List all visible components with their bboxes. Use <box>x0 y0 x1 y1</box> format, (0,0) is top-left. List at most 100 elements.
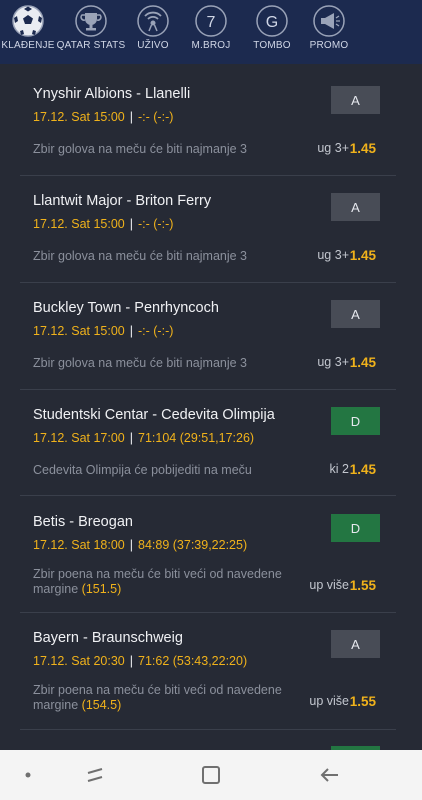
lucky-number-glyph: 7 <box>207 14 216 31</box>
bet-margin: (151.5) <box>81 582 122 596</box>
trophy-icon <box>75 5 107 37</box>
match-score: -:- (-:-) <box>138 217 174 231</box>
match-score: -:- (-:-) <box>138 110 174 124</box>
bet-margin: (154.5) <box>81 698 122 712</box>
back-icon[interactable] <box>314 750 344 800</box>
nav-label: QATAR STATS <box>56 40 126 51</box>
separator: | <box>129 654 133 668</box>
bet-description: Zbir golova na meču će biti najmanje 3 <box>33 356 303 371</box>
nav-label: PROMO <box>309 40 349 51</box>
status-badge: A <box>331 630 380 658</box>
bet-description: Zbir poena na meču će biti veći od naved… <box>33 683 303 713</box>
bet-odds: 1.45 <box>349 141 376 156</box>
megaphone-icon <box>313 5 345 37</box>
bet-description-text: Zbir poena na meču će biti veći od naved… <box>33 683 282 712</box>
match-score: -:- (-:-) <box>138 324 174 338</box>
bet-item[interactable]: Bayern - Braunschweig 17.12. Sat 20:30 | 7… <box>20 630 396 730</box>
separator: | <box>129 217 133 231</box>
match-meta: 17.12. Sat 15:00 | -:- (-:-) <box>33 217 173 231</box>
status-badge: A <box>331 300 380 328</box>
match-title: Ynyshir Albions - Llanelli <box>33 86 191 102</box>
nav-item-uzivo[interactable]: UŽIVO <box>126 0 180 64</box>
match-score: 71:62 (53:43,22:20) <box>138 654 248 668</box>
match-datetime: 17.12. Sat 18:00 <box>33 538 125 552</box>
home-icon[interactable] <box>196 750 226 800</box>
nav-label: TOMBO <box>253 40 291 51</box>
bet-list[interactable]: Ynyshir Albions - Llanelli 17.12. Sat 15… <box>0 64 422 750</box>
match-datetime: 17.12. Sat 15:00 <box>33 324 125 338</box>
divider <box>20 282 396 283</box>
android-navigation-bar <box>0 750 422 800</box>
nav-item-qatar-stats[interactable]: QATAR STATS <box>56 0 126 64</box>
bet-item[interactable]: Studentski Centar - Cedevita Olimpija 17… <box>20 407 396 497</box>
match-title: Studentski Centar - Cedevita Olimpija <box>33 407 275 423</box>
bet-pick: ki 2 <box>329 462 349 476</box>
bet-description: Zbir golova na meču će biti najmanje 3 <box>33 249 303 264</box>
match-score: 84:89 (37:39,22:25) <box>138 538 248 552</box>
divider <box>20 389 396 390</box>
bet-description-text: Zbir golova na meču će biti najmanje 3 <box>33 142 248 156</box>
top-navigation: KLAĐENJE QATAR STATS UŽIVO 7 M.BROJ G TO… <box>0 0 422 64</box>
tombo-glyph: G <box>266 14 278 31</box>
bet-odds: 1.45 <box>349 355 376 370</box>
match-meta: 17.12. Sat 15:00 | -:- (-:-) <box>33 324 173 338</box>
divider <box>20 729 396 730</box>
match-score: 71:104 (29:51,17:26) <box>138 431 255 445</box>
match-title: Betis - Breogan <box>33 514 133 530</box>
match-datetime: 17.12. Sat 17:00 <box>33 431 125 445</box>
divider <box>20 612 396 613</box>
soccer-ball-icon <box>12 5 44 37</box>
bet-description: Zbir golova na meču će biti najmanje 3 <box>33 142 303 157</box>
bet-item[interactable]: Ynyshir Albions - Llanelli 17.12. Sat 15… <box>20 86 396 176</box>
status-badge: A <box>331 86 380 114</box>
bet-odds: 1.55 <box>349 578 376 593</box>
bet-description-text: Zbir golova na meču će biti najmanje 3 <box>33 356 248 370</box>
match-title: Buckley Town - Penrhyncoch <box>33 300 219 316</box>
match-datetime: 17.12. Sat 15:00 <box>33 217 125 231</box>
match-title: Bayern - Braunschweig <box>33 630 183 646</box>
separator: | <box>129 110 133 124</box>
separator: | <box>129 538 133 552</box>
nav-label: KLAĐENJE <box>1 40 55 51</box>
nav-item-kladjenje[interactable]: KLAĐENJE <box>0 0 56 64</box>
nav-label: M.BROJ <box>191 40 231 51</box>
separator: | <box>129 324 133 338</box>
status-badge: D <box>331 514 380 542</box>
recent-apps-icon[interactable] <box>80 750 110 800</box>
bet-description: Cedevita Olimpija će pobijediti na meču <box>33 463 303 478</box>
match-title: Llantwit Major - Briton Ferry <box>33 193 212 209</box>
match-meta: 17.12. Sat 18:00 | 84:89 (37:39,22:25) <box>33 538 247 552</box>
bet-odds: 1.45 <box>349 248 376 263</box>
bet-pick: ug 3+ <box>317 141 349 155</box>
match-meta: 17.12. Sat 17:00 | 71:104 (29:51,17:26) <box>33 431 254 445</box>
nav-label: UŽIVO <box>137 40 169 51</box>
live-signal-icon <box>137 5 169 37</box>
match-datetime: 17.12. Sat 15:00 <box>33 110 125 124</box>
match-meta: 17.12. Sat 15:00 | -:- (-:-) <box>33 110 173 124</box>
divider <box>20 175 396 176</box>
bet-pick: ug 3+ <box>317 248 349 262</box>
bet-item[interactable]: Buckley Town - Penrhyncoch 17.12. Sat 15… <box>20 300 396 390</box>
status-badge: D <box>331 407 380 435</box>
nav-item-promo[interactable]: PROMO <box>302 0 356 64</box>
divider <box>20 495 396 496</box>
dot-icon[interactable] <box>18 750 38 800</box>
bet-odds: 1.55 <box>349 694 376 709</box>
bet-description: Zbir poena na meču će biti veći od naved… <box>33 567 303 597</box>
bet-item[interactable]: Betis - Breogan 17.12. Sat 18:00 | 84:89 (… <box>20 514 396 614</box>
status-badge: A <box>331 193 380 221</box>
bet-item[interactable]: Llantwit Major - Briton Ferry 17.12. Sat… <box>20 193 396 283</box>
lucky-number-icon: 7 <box>195 5 227 37</box>
nav-item-m-broj[interactable]: 7 M.BROJ <box>180 0 242 64</box>
bet-description-text: Zbir golova na meču će biti najmanje 3 <box>33 249 248 263</box>
tombo-icon: G <box>256 5 288 37</box>
match-datetime: 17.12. Sat 20:30 <box>33 654 125 668</box>
match-meta: 17.12. Sat 20:30 | 71:62 (53:43,22:20) <box>33 654 247 668</box>
bet-odds: 1.45 <box>349 462 376 477</box>
bet-pick: ug 3+ <box>317 355 349 369</box>
bet-pick: up više <box>309 578 349 592</box>
nav-item-tombo[interactable]: G TOMBO <box>242 0 302 64</box>
bet-pick: up više <box>309 694 349 708</box>
separator: | <box>129 431 133 445</box>
bet-description-text: Cedevita Olimpija će pobijediti na meču <box>33 463 252 477</box>
